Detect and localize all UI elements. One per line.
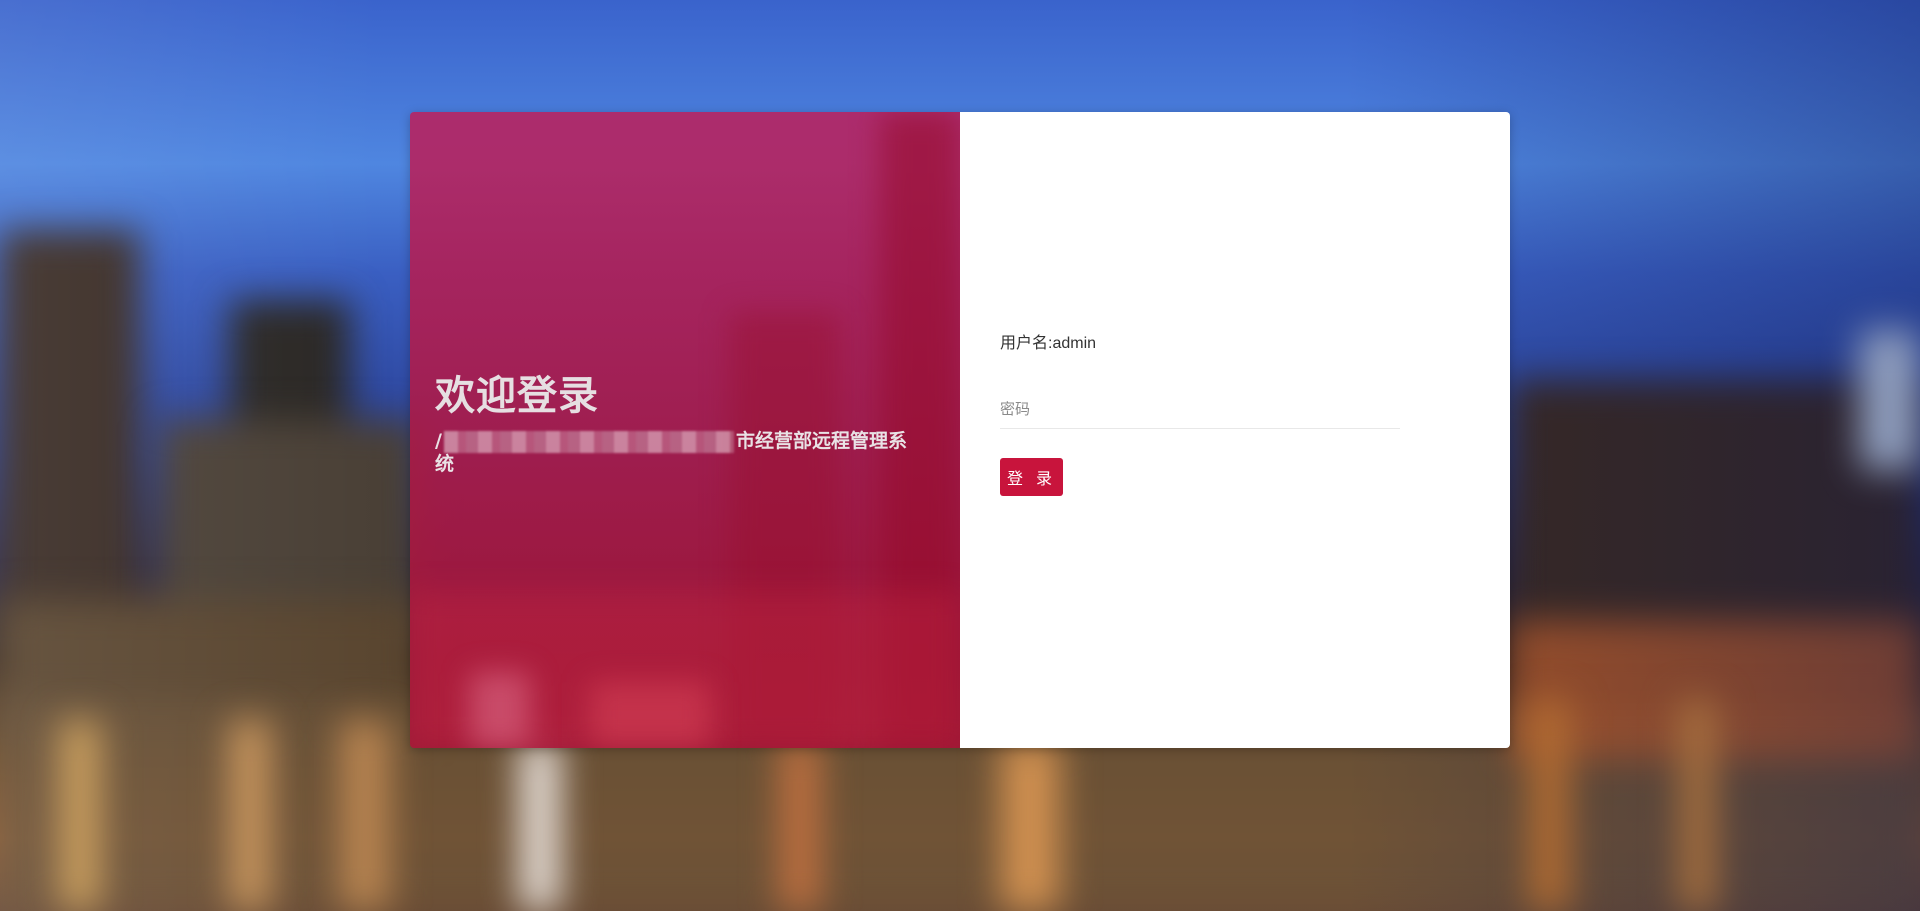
- password-input[interactable]: [1000, 390, 1400, 428]
- login-card: 欢迎登录 / 市经营部远程管理系统 用户名:admin 登 录: [410, 112, 1510, 748]
- subtitle-prefix: /: [435, 430, 442, 452]
- login-form-panel: 用户名:admin 登 录: [960, 112, 1510, 748]
- redacted-text: [443, 430, 734, 453]
- password-field-wrapper: [1000, 390, 1400, 429]
- welcome-panel: 欢迎登录 / 市经营部远程管理系统: [410, 112, 960, 748]
- welcome-title: 欢迎登录: [435, 373, 599, 419]
- login-button[interactable]: 登 录: [1000, 458, 1063, 496]
- username-label: 用户名:admin: [1000, 335, 1097, 352]
- system-subtitle: / 市经营部远程管理系统: [435, 430, 925, 476]
